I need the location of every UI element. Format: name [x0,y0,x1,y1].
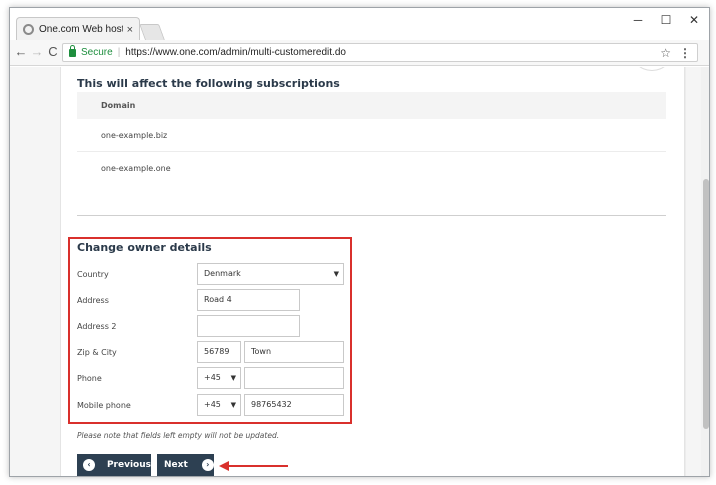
phone-code-select[interactable]: +45 ▼ [197,367,241,389]
minimize-icon[interactable]: ─ [624,10,652,30]
url-text[interactable]: https://www.one.com/admin/multi-customer… [125,47,660,58]
phone-field[interactable] [244,367,344,389]
bookmark-star-icon[interactable]: ☆ [660,46,671,60]
secure-label: Secure [81,47,113,58]
mobile-field[interactable]: 98765432 [244,394,344,416]
previous-button[interactable]: ‹ Previous [77,454,151,476]
chevron-down-icon: ▼ [230,374,236,382]
browser-window: One.com Web hosting × ─ ☐ ✕ ← → C Secure… [9,7,710,477]
tab-title: One.com Web hosting [39,24,123,35]
maximize-icon[interactable]: ☐ [652,10,680,30]
subscriptions-title: This will affect the following subscript… [77,77,340,90]
address-bar[interactable]: Secure | https://www.one.com/admin/multi… [62,43,698,62]
tab-bar: One.com Web hosting × ─ ☐ ✕ [10,8,709,41]
address2-field[interactable] [197,315,300,337]
next-button[interactable]: Next › [157,454,214,476]
phone-code-value: +45 [204,373,221,382]
tab-close-icon[interactable]: × [127,24,133,36]
lock-icon [69,44,76,57]
favicon-icon [23,24,34,35]
right-margin [685,67,701,476]
section-divider [77,215,666,216]
mobile-code-value: +45 [204,400,221,409]
country-label: Country [77,270,109,279]
phone-label: Phone [77,374,102,383]
address-field[interactable]: Road 4 [197,289,300,311]
scrollbar-thumb[interactable] [703,179,709,429]
new-tab-button[interactable] [139,24,165,40]
previous-label: Previous [106,460,151,470]
mobile-label: Mobile phone [77,401,131,410]
close-icon[interactable]: ✕ [680,10,708,30]
domain-column-header: Domain [77,92,666,119]
menu-icon[interactable]: ⋮ [679,46,691,60]
city-field[interactable]: Town [244,341,344,363]
page-viewport: This will affect the following subscript… [10,67,709,476]
browser-tab[interactable]: One.com Web hosting × [16,17,140,41]
empty-fields-note: Please note that fields left empty will … [77,431,280,440]
chevron-down-icon: ▼ [230,401,236,409]
mobile-code-select[interactable]: +45 ▼ [197,394,241,416]
separator: | [117,47,121,58]
chevron-down-icon: ▼ [333,270,339,278]
table-row: one-example.one [101,164,171,173]
table-row: one-example.biz [77,119,666,152]
browser-toolbar: ← → C Secure | https://www.one.com/admin… [10,40,709,66]
subscriptions-table: Domain one-example.biz one-example.one [77,92,666,185]
next-label: Next [164,460,188,470]
country-select[interactable]: Denmark ▼ [197,263,344,285]
address2-label: Address 2 [77,322,117,331]
arrow-left-circle-icon: ‹ [83,459,95,471]
owner-details-title: Change owner details [77,241,212,254]
arrow-right-circle-icon: › [201,459,214,471]
annotation-arrow [228,465,288,467]
zip-city-label: Zip & City [77,348,117,357]
reload-icon[interactable]: C [44,43,62,61]
zip-field[interactable]: 56789 [197,341,241,363]
vertical-scrollbar[interactable] [701,67,709,476]
left-margin [10,67,60,476]
address-label: Address [77,296,109,305]
country-value: Denmark [204,269,241,278]
